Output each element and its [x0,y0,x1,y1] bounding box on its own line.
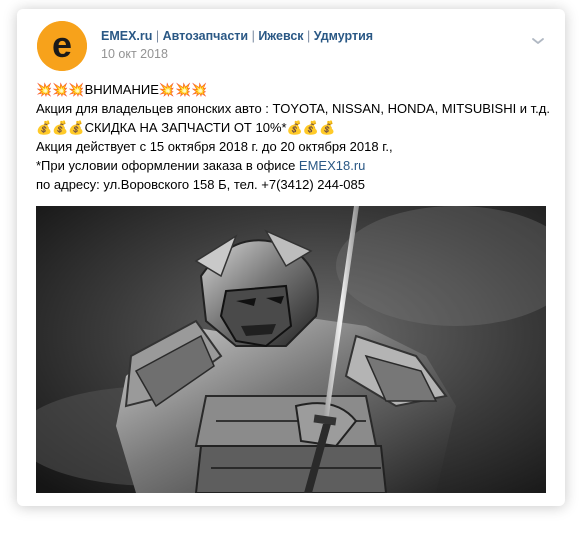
tag-1-link[interactable]: Автозапчасти [163,29,249,43]
avatar[interactable]: e [37,21,87,71]
text-line-promo: Акция для владельцев японских авто : TOY… [36,101,550,116]
post-photo[interactable] [36,206,546,493]
post-text: 💥💥💥ВНИМАНИЕ💥💥💥 Акция для владельцев япон… [36,80,551,194]
explosion-emoji-icons: 💥💥💥 [36,82,85,97]
condition-text: *При условии оформлении заказа в офисе [36,158,299,173]
tag-2-link[interactable]: Ижевск [258,29,303,43]
text-line-dates: Акция действует с 15 октября 2018 г. до … [36,139,393,154]
samurai-photo-image [36,206,546,493]
title-separator: | [303,29,314,43]
attention-label: ВНИМАНИЕ [84,82,159,97]
tag-3-link[interactable]: Удмуртия [314,29,373,43]
text-line-attention: 💥💥💥ВНИМАНИЕ💥💥💥 [36,80,551,99]
post-header: EMEX.ru | Автозапчасти | Ижевск | Удмурт… [101,29,373,43]
text-line-condition: *При условии оформлении заказа в офисе E… [36,156,551,175]
emex-logo-icon: e [37,21,87,71]
title-separator: | [152,29,163,43]
title-separator: | [248,29,259,43]
explosion-emoji-icons: 💥💥💥 [158,82,208,97]
money-bag-emoji-icons: 💰💰💰 [36,120,85,135]
post-date[interactable]: 10 окт 2018 [101,47,168,61]
text-line-address: по адресу: ул.Воровского 158 Б, тел. +7(… [36,177,365,192]
text-line-discount: 💰💰💰СКИДКА НА ЗАПЧАСТИ ОТ 10%*💰💰💰 [36,118,551,137]
avatar-letter: e [52,24,72,65]
emex18-link[interactable]: EMEX18.ru [299,158,365,173]
post-card: e EMEX.ru | Автозапчасти | Ижевск | Удму… [17,9,565,506]
author-name-link[interactable]: EMEX.ru [101,29,152,43]
money-bag-emoji-icons: 💰💰💰 [286,120,336,135]
discount-label: СКИДКА НА ЗАПЧАСТИ ОТ 10%* [84,120,287,135]
chevron-down-icon[interactable] [531,33,545,44]
